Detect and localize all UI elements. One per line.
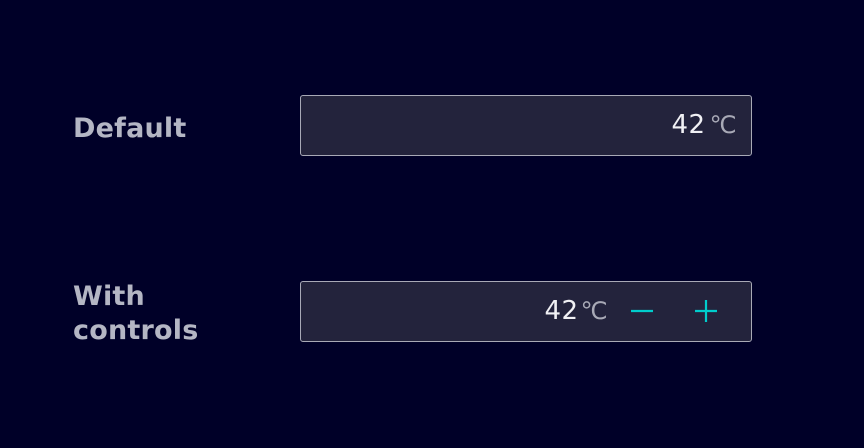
temperature-value: 42℃ <box>544 282 608 340</box>
temperature-value: 42℃ <box>671 96 737 154</box>
decrement-button[interactable] <box>625 294 659 328</box>
plus-icon <box>695 300 717 322</box>
minus-icon <box>631 309 653 313</box>
temperature-input-with-controls[interactable]: 42℃ <box>300 281 752 342</box>
value-text: 42 <box>671 110 706 140</box>
temperature-input-default[interactable]: 42 ℃ <box>300 95 752 156</box>
increment-button[interactable] <box>689 294 723 328</box>
value-text: 42 <box>544 296 579 326</box>
default-label: Default <box>73 113 187 144</box>
unit-celsius: ℃ <box>709 111 737 139</box>
unit-celsius: ℃ <box>580 297 608 325</box>
with-controls-label: With controls <box>73 281 199 346</box>
